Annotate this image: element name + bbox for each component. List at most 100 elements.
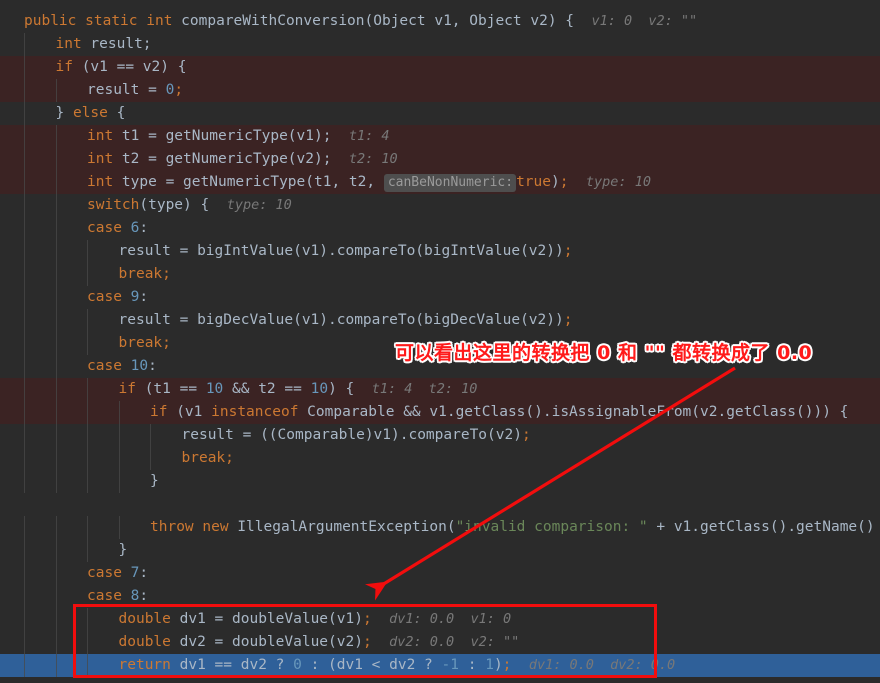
code-line[interactable]: double dv2 = doubleValue(v2); dv2: 0.0 v… [119, 631, 520, 654]
code-token: 10 [130, 358, 149, 374]
code-line[interactable]: switch(type) { type: 10 [87, 194, 292, 217]
code-token: public [24, 13, 77, 29]
hint-spacer [574, 13, 591, 29]
code-token: ; [162, 266, 171, 282]
code-token: 0 [293, 657, 302, 673]
code-token: static [85, 13, 138, 29]
code-token: return [118, 657, 171, 673]
inline-value-hint: dv2: 0.0 [389, 634, 455, 650]
code-token: instanceof [211, 404, 299, 420]
code-line[interactable]: } [150, 470, 159, 493]
code-token: : [139, 565, 149, 581]
code-line[interactable]: throw new IllegalArgumentException("inva… [150, 516, 880, 539]
code-token: result; [81, 36, 152, 52]
code-line[interactable]: if (v1 instanceof Comparable && v1.getCl… [150, 401, 848, 424]
code-line[interactable]: public static int compareWithConversion(… [24, 10, 697, 33]
code-token: ; [521, 427, 531, 443]
code-token: break [118, 266, 163, 282]
code-line[interactable]: case 10: [87, 355, 157, 378]
indent-guide [118, 401, 120, 493]
code-token: ; [162, 335, 171, 351]
code-line[interactable]: result = bigIntValue(v1).compareTo(bigIn… [119, 240, 573, 263]
code-token: int [55, 36, 82, 52]
code-token: { [107, 105, 126, 121]
code-line[interactable]: break; [119, 263, 171, 286]
indent-guide [24, 33, 25, 493]
code-editor-view[interactable]: public static int compareWithConversion(… [0, 0, 880, 683]
code-token: result = bigIntValue(v1).compareTo(bigIn… [118, 243, 564, 259]
code-token: throw [150, 519, 194, 535]
code-token: t2 = getNumericType(v2); [113, 151, 332, 167]
code-token: (type) { [139, 197, 210, 213]
code-token: case [87, 358, 122, 374]
indent-guide [55, 79, 57, 102]
code-line[interactable]: int type = getNumericType(t1, t2, canBeN… [87, 171, 651, 194]
code-token: dv1 = doubleValue(v1) [170, 611, 363, 627]
code-token: } [150, 473, 159, 489]
code-line[interactable]: case 6: [87, 217, 148, 240]
code-token: (v1 [167, 404, 212, 420]
inline-value-hint: v1: 0 [454, 611, 512, 627]
code-line[interactable]: int result; [56, 33, 152, 56]
inline-value-hint: t2: 10 [348, 151, 398, 167]
code-line[interactable]: break; [119, 332, 171, 355]
inline-value-hint: t2: 10 [412, 381, 478, 397]
code-token: && t2 == [223, 381, 311, 397]
inline-value-hint: v2: "" [454, 634, 520, 650]
code-line[interactable]: int t1 = getNumericType(v1); t1: 4 [87, 125, 390, 148]
code-line[interactable]: case 8: [87, 585, 148, 608]
code-token: case [87, 565, 122, 581]
inline-value-hint: dv2: 0.0 [593, 657, 676, 673]
code-token: : [148, 358, 157, 374]
indent-guide [118, 516, 120, 539]
code-token: type = getNumericType(t1, t2, [113, 174, 384, 190]
code-token: : [139, 588, 149, 604]
indent-guide [24, 516, 25, 677]
code-line[interactable]: double dv1 = doubleValue(v1); dv1: 0.0 v… [119, 608, 512, 631]
code-token: if [118, 381, 136, 397]
hint-spacer [331, 128, 348, 144]
code-line[interactable]: } else { [56, 102, 126, 125]
code-token: (t1 == [135, 381, 206, 397]
code-token: : (dv1 < dv2 ? [301, 657, 442, 673]
code-token: : [139, 289, 149, 305]
code-token: dv1 == dv2 ? [170, 657, 294, 673]
code-line[interactable]: case 7: [87, 562, 148, 585]
code-token: ; [563, 243, 573, 259]
code-token: ; [174, 82, 184, 98]
indent-guide [87, 240, 88, 286]
code-token: double [118, 634, 171, 650]
code-token: ; [563, 312, 573, 328]
indent-guide [87, 378, 88, 493]
code-token: } [55, 105, 73, 121]
code-token: : [139, 220, 149, 236]
code-token: switch [87, 197, 140, 213]
hint-spacer [209, 197, 226, 213]
code-token: if [150, 404, 168, 420]
parameter-name-hint: canBeNonNumeric: [383, 174, 517, 192]
code-token: int [87, 151, 114, 167]
code-line[interactable]: int t2 = getNumericType(v2); t2: 10 [87, 148, 398, 171]
code-line[interactable]: result = ((Comparable)v1).compareTo(v2); [182, 424, 531, 447]
indent-guide [87, 309, 88, 355]
code-line[interactable]: return dv1 == dv2 ? 0 : (dv1 < dv2 ? -1 … [119, 654, 676, 677]
code-line[interactable]: result = bigDecValue(v1).compareTo(bigDe… [119, 309, 573, 332]
code-token: (v1 == v2) { [72, 59, 187, 75]
code-token: result = bigDecValue(v1).compareTo(bigDe… [118, 312, 564, 328]
code-line[interactable]: } [119, 539, 128, 562]
code-line[interactable]: if (t1 == 10 && t2 == 10) { t1: 4 t2: 10 [119, 378, 478, 401]
code-token: -1 [441, 657, 459, 673]
code-line[interactable]: result = 0; [87, 79, 183, 102]
code-line[interactable]: break; [182, 447, 234, 470]
code-line[interactable]: case 9: [87, 286, 148, 309]
code-line[interactable]: if (v1 == v2) { [56, 56, 187, 79]
code-token: compareWithConversion(Object v1, Object … [172, 13, 575, 29]
inline-value-hint: t1: 4 [348, 128, 390, 144]
code-token: ; [362, 634, 372, 650]
code-token: ) { [328, 381, 355, 397]
inline-value-hint: type: 10 [226, 197, 292, 213]
